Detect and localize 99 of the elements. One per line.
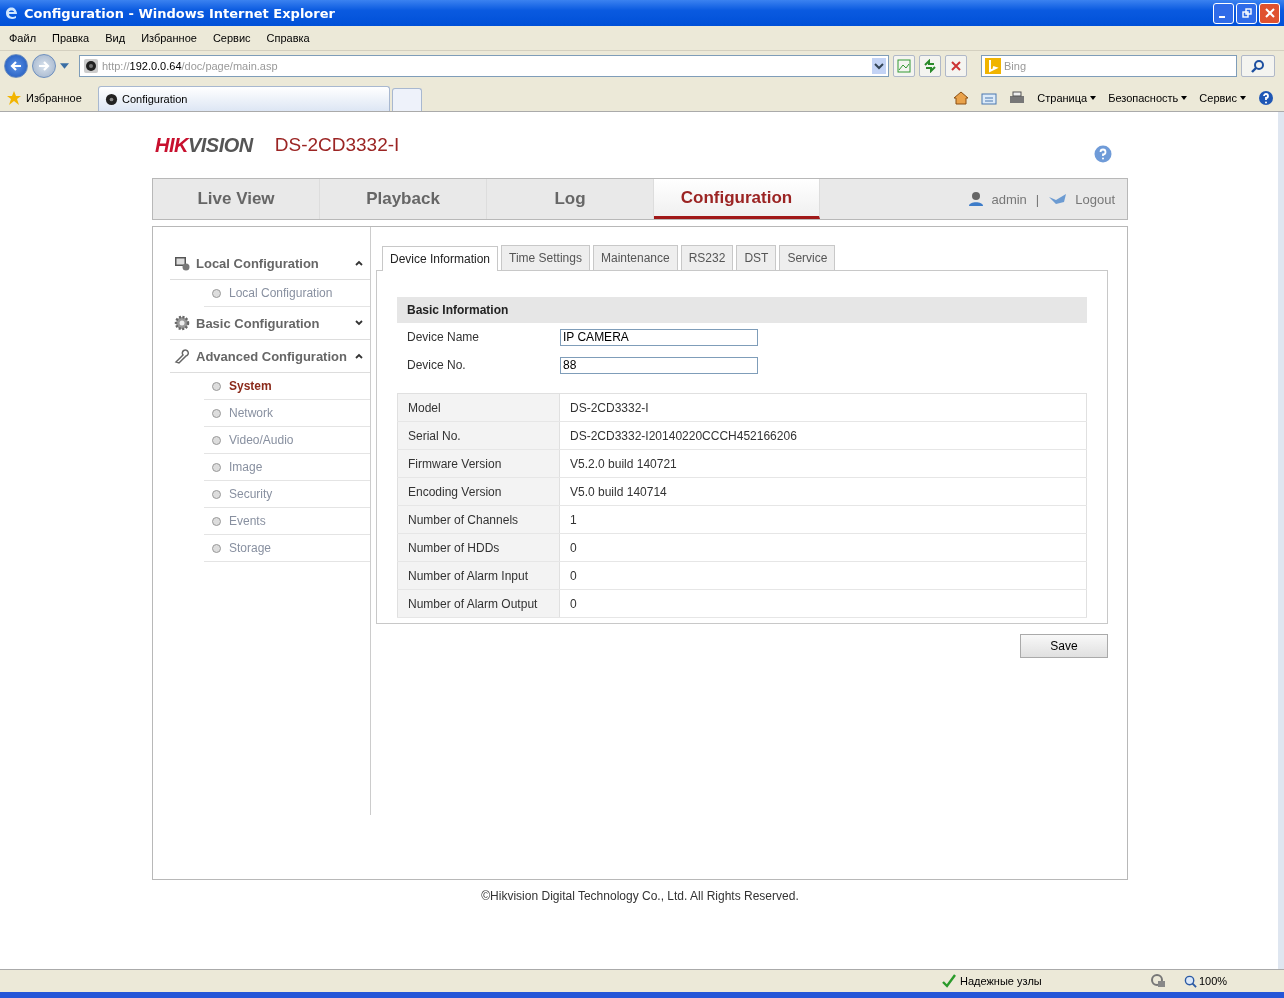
- refresh-button[interactable]: [919, 55, 941, 77]
- table-cell: 0: [559, 533, 1087, 562]
- camera-icon: [105, 92, 118, 106]
- magnifier-icon: [1184, 974, 1197, 988]
- compatibility-view-button[interactable]: [893, 55, 915, 77]
- save-button[interactable]: Save: [1020, 634, 1108, 658]
- sidebar-section[interactable]: Local Configuration: [170, 247, 370, 280]
- dropdown-icon[interactable]: [872, 58, 886, 74]
- table-cell: 1: [559, 505, 1087, 534]
- search-button[interactable]: [1241, 55, 1275, 77]
- protected-mode-icon[interactable]: [1150, 973, 1166, 989]
- command-menu[interactable]: Сервис: [1199, 92, 1246, 104]
- wrench-icon: [174, 348, 190, 364]
- search-icon: [1251, 59, 1265, 73]
- copyright-text: ©Hikvision Digital Technology Co., Ltd. All Rights Reserved.: [480, 889, 800, 903]
- settings-tab[interactable]: Device Information: [382, 246, 499, 271]
- command-menu[interactable]: Страница: [1037, 92, 1097, 104]
- restore-button[interactable]: [1236, 2, 1257, 24]
- gear-icon: [174, 315, 190, 331]
- input-field[interactable]: IP CAMERA: [560, 328, 758, 346]
- table-cell: V5.2.0 build 140721: [559, 449, 1087, 478]
- close-icon: [1264, 8, 1275, 18]
- sidebar-section[interactable]: Basic Configuration: [170, 307, 370, 340]
- nav-tab[interactable]: Configuration: [654, 179, 820, 219]
- help-icon[interactable]: [1258, 90, 1274, 106]
- minimize-icon: [1218, 16, 1225, 18]
- menu-item[interactable]: Избранное: [141, 32, 197, 44]
- zoom-button[interactable]: 100%: [1184, 974, 1264, 988]
- settings-tab[interactable]: DST: [736, 245, 777, 270]
- table-cell: Firmware Version: [397, 449, 560, 478]
- table-cell: Serial No.: [397, 421, 560, 450]
- table-cell: DS-2CD3332-I: [559, 393, 1087, 422]
- stop-button[interactable]: [945, 55, 967, 77]
- field-label: Device No.: [407, 358, 467, 372]
- nav-tab[interactable]: Live View: [153, 179, 320, 219]
- caret-icon: [1090, 96, 1097, 100]
- menu-item[interactable]: Справка: [266, 32, 310, 44]
- command-menu[interactable]: Безопасность: [1108, 92, 1188, 104]
- caret-icon: [1240, 96, 1246, 100]
- search-provider-icon: [985, 58, 1001, 74]
- back-button[interactable]: [4, 54, 28, 78]
- help-icon[interactable]: [1094, 145, 1112, 163]
- search-box[interactable]: Bing: [981, 55, 1237, 77]
- table-cell: 0: [559, 589, 1087, 618]
- close-button[interactable]: [1259, 2, 1280, 24]
- dropdown-icon[interactable]: [60, 63, 69, 69]
- user-icon: [968, 191, 985, 207]
- table-cell: V5.0 build 140714: [559, 477, 1087, 506]
- stop-icon: [949, 59, 963, 73]
- menu-item[interactable]: Сервис: [212, 32, 251, 44]
- menu-item[interactable]: Вид: [105, 32, 126, 44]
- caret-icon: [1181, 96, 1188, 100]
- separator: |: [1035, 191, 1040, 207]
- table-cell: Number of Alarm Output: [397, 589, 560, 618]
- table-cell: Number of Alarm Input: [397, 561, 560, 590]
- settings-tab[interactable]: Time Settings: [501, 245, 590, 270]
- monitor-icon: [174, 255, 190, 271]
- logout-link[interactable]: Logout: [1075, 191, 1115, 207]
- forward-button[interactable]: [32, 54, 56, 78]
- brand-logo: HIKVISION: [155, 133, 253, 157]
- table-cell: Encoding Version: [397, 477, 560, 506]
- window-title: Configuration - Windows Internet Explorer: [24, 5, 336, 21]
- home-icon[interactable]: [953, 90, 970, 106]
- table-cell: Number of Channels: [397, 505, 560, 534]
- nav-tab[interactable]: Playback: [320, 179, 487, 219]
- section-title: Basic Information: [407, 303, 509, 317]
- field-label: Device Name: [407, 330, 481, 344]
- table-cell: Model: [397, 393, 560, 422]
- camera-icon: [84, 59, 98, 73]
- settings-tab[interactable]: RS232: [680, 245, 734, 270]
- settings-tab[interactable]: Maintenance: [592, 245, 678, 270]
- logout-icon: [1048, 193, 1069, 205]
- table-cell: Number of HDDs: [397, 533, 560, 562]
- security-zone: Надежные узлы: [942, 974, 1142, 988]
- device-model: DS-2CD3332-I: [274, 134, 400, 156]
- scrollbar[interactable]: [1278, 112, 1284, 969]
- section-title: Basic Configuration: [196, 315, 321, 331]
- sidebar-section[interactable]: Advanced Configuration: [170, 340, 370, 373]
- address-field[interactable]: http://192.0.0.64/doc/page/main.asp: [79, 55, 889, 77]
- section-title: Advanced Configuration: [196, 348, 348, 364]
- menu-item[interactable]: Правка: [52, 32, 90, 44]
- browser-tab[interactable]: Configuration: [98, 86, 390, 111]
- minimize-button[interactable]: [1213, 2, 1234, 24]
- username: admin: [991, 191, 1027, 207]
- star-icon: [6, 90, 22, 106]
- table-cell: 0: [559, 561, 1087, 590]
- restore-icon: [1241, 8, 1252, 18]
- favorites-button[interactable]: Избранное: [6, 85, 98, 111]
- menu-item[interactable]: Файл: [9, 32, 37, 44]
- section-title: Local Configuration: [196, 255, 320, 271]
- input-field[interactable]: 88: [560, 356, 758, 374]
- settings-tab[interactable]: Service: [779, 245, 836, 270]
- browser-logo-icon: [4, 5, 20, 21]
- table-cell: DS-2CD3332-I20140220CCCH452166206: [559, 421, 1087, 450]
- page-icon: [897, 59, 911, 73]
- sidebar-item[interactable]: System: [204, 373, 370, 400]
- refresh-icon: [923, 59, 937, 73]
- checkmark-icon: [942, 974, 956, 988]
- printer-icon[interactable]: [1009, 90, 1026, 106]
